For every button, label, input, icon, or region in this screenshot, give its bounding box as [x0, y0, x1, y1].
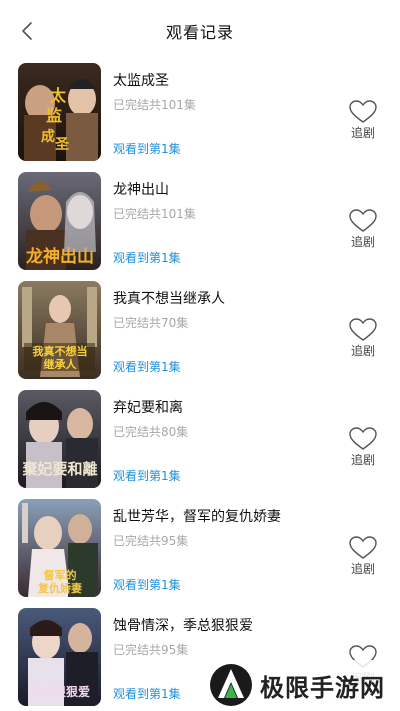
episode-status: 已完结共80集 — [113, 425, 189, 439]
svg-text:继承人: 继承人 — [44, 357, 78, 371]
svg-text:我真不想当: 我真不想当 — [33, 344, 88, 358]
svg-text:圣: 圣 — [54, 137, 70, 153]
poster-image[interactable]: 我真不想当 继承人 — [18, 281, 101, 379]
episode-status: 已完结共95集 — [113, 534, 189, 548]
episode-status: 已完结共95集 — [113, 643, 189, 657]
poster-image[interactable]: 督军的 复仇娇妻 — [18, 499, 101, 597]
poster-image[interactable]: 棄妃要和離 — [18, 390, 101, 488]
episode-status: 已完结共101集 — [113, 207, 196, 221]
drama-title[interactable]: 弃妃要和离 — [113, 397, 183, 417]
svg-text:督军的: 督军的 — [44, 568, 77, 582]
svg-text:监: 监 — [46, 106, 62, 125]
drama-title[interactable]: 龙神出山 — [113, 179, 169, 199]
watch-history-list: 太 监 成 圣 太监成圣 已完结共101集 观看到第1集 追剧 龙神出山 龙神出… — [0, 60, 400, 711]
svg-text:成: 成 — [41, 128, 55, 145]
svg-text:龙神出山: 龙神出山 — [25, 246, 94, 267]
drama-title[interactable]: 乱世芳华，督军的复仇娇妻 — [113, 506, 281, 526]
follow-label: 追剧 — [350, 235, 375, 249]
heart-icon — [349, 536, 377, 559]
header-bar: 观看记录 — [0, 0, 400, 60]
svg-text:复仇娇妻: 复仇娇妻 — [37, 581, 82, 595]
list-item[interactable]: 督军的 复仇娇妻 乱世芳华，督军的复仇娇妻 已完结共95集 观看到第1集 追剧 — [0, 496, 400, 605]
watermark-text: 极限手游网 — [260, 673, 385, 702]
list-item[interactable]: 太 监 成 圣 太监成圣 已完结共101集 观看到第1集 追剧 — [0, 60, 400, 169]
watch-progress[interactable]: 观看到第1集 — [113, 249, 181, 266]
follow-button[interactable]: 追剧 — [342, 318, 384, 364]
list-item[interactable]: 我真不想当 继承人 我真不想当继承人 已完结共70集 观看到第1集 追剧 — [0, 278, 400, 387]
drama-title[interactable]: 太监成圣 — [113, 70, 169, 90]
poster-image[interactable]: 季总狠狠爱 — [18, 608, 101, 706]
heart-icon — [349, 209, 377, 232]
follow-label: 追剧 — [350, 126, 375, 140]
heart-icon — [349, 427, 377, 450]
poster-image[interactable]: 龙神出山 — [18, 172, 101, 270]
follow-button[interactable]: 追剧 — [342, 427, 384, 473]
watch-progress[interactable]: 观看到第1集 — [113, 140, 181, 157]
follow-button[interactable]: 追剧 — [342, 100, 384, 146]
follow-button[interactable]: 追剧 — [342, 209, 384, 255]
page-title: 观看记录 — [165, 23, 234, 42]
svg-text:棄妃要和離: 棄妃要和離 — [22, 460, 97, 478]
follow-label: 追剧 — [350, 562, 375, 576]
watch-progress[interactable]: 观看到第1集 — [113, 467, 181, 484]
heart-icon — [349, 318, 377, 341]
svg-text:太: 太 — [49, 86, 67, 105]
episode-status: 已完结共70集 — [113, 316, 189, 330]
svg-text:季总狠狠爱: 季总狠狠爱 — [29, 684, 90, 699]
watch-progress[interactable]: 观看到第1集 — [113, 358, 181, 375]
list-item[interactable]: 龙神出山 龙神出山 已完结共101集 观看到第1集 追剧 — [0, 169, 400, 278]
drama-title[interactable]: 蚀骨情深，季总狠狠爱 — [113, 615, 253, 635]
drama-title[interactable]: 我真不想当继承人 — [113, 288, 225, 308]
watch-progress[interactable]: 观看到第1集 — [113, 685, 181, 702]
watch-progress[interactable]: 观看到第1集 — [113, 576, 181, 593]
poster-image[interactable]: 太 监 成 圣 — [18, 63, 101, 161]
list-item[interactable]: 棄妃要和離 弃妃要和离 已完结共80集 观看到第1集 追剧 — [0, 387, 400, 496]
watermark-logo-icon — [210, 664, 252, 706]
follow-button[interactable]: 追剧 — [342, 536, 384, 582]
follow-label: 追剧 — [350, 453, 375, 467]
watermark: 极限手游网 — [208, 660, 398, 710]
heart-icon — [349, 100, 377, 123]
follow-label: 追剧 — [350, 344, 375, 358]
episode-status: 已完结共101集 — [113, 98, 196, 112]
